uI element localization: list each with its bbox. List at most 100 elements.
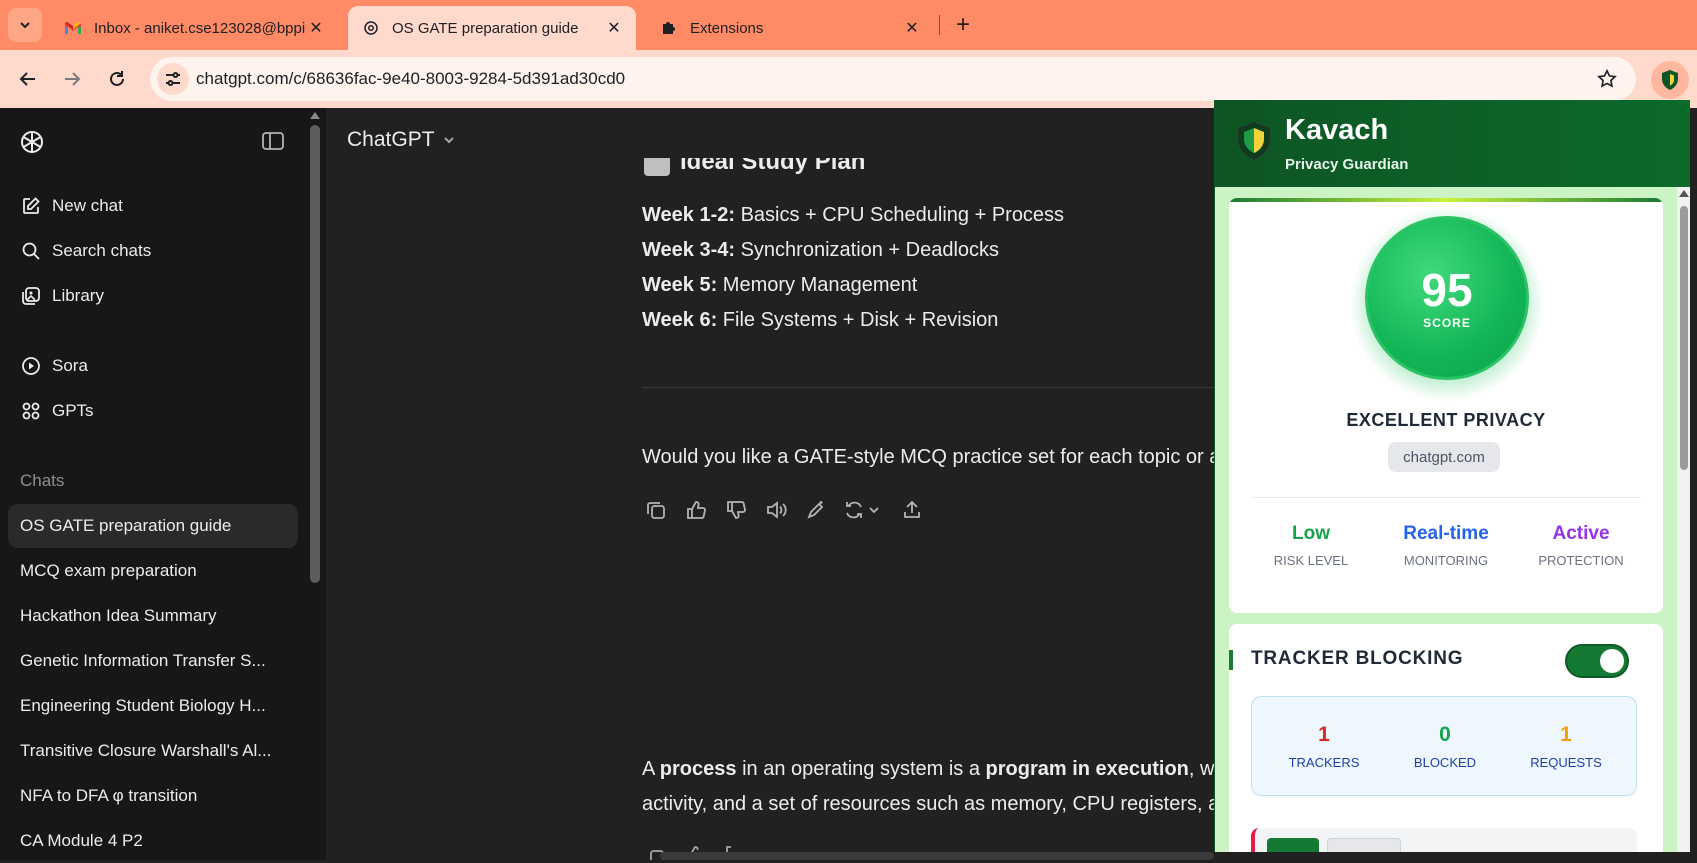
nav-label: Sora [52,356,88,375]
share-icon[interactable] [900,498,924,522]
week-label: Week 3-4: [642,239,736,261]
nav-label: New chat [52,196,123,215]
openai-logo-icon[interactable] [19,129,45,155]
kavach-header: Kavach Privacy Guardian [1215,100,1690,187]
chats-heading: Chats [20,471,65,490]
tab-chatgpt[interactable]: OS GATE preparation guide ✕ [348,6,636,50]
read-aloud-icon[interactable] [764,498,788,522]
stat-value: Real-time [1403,523,1489,544]
stat-label: PROTECTION [1538,553,1624,568]
address-bar[interactable]: chatgpt.com/c/68636fac-9e40-8003-9284-5d… [150,57,1636,101]
scroll-up-arrow[interactable] [1679,190,1689,197]
url-text[interactable]: chatgpt.com/c/68636fac-9e40-8003-9284-5d… [196,69,625,89]
puzzle-icon [660,19,678,37]
answer-line-2: activity, and a set of resources such as… [642,793,1214,815]
stat-value: Low [1292,523,1330,544]
message-actions [644,498,940,522]
study-plan-heading: Ideal Study Plan [644,158,884,180]
tab-separator [939,15,940,35]
chat-item[interactable]: Transitive Closure Warshall's Al... [8,729,298,773]
privacy-level: EXCELLENT PRIVACY [1346,410,1546,430]
model-name: ChatGPT [347,128,435,151]
gmail-icon [64,19,82,37]
tracker-tag [1327,838,1401,852]
stat-value: 1 [1318,723,1330,746]
answer-text: A [642,758,660,780]
week-text: File Systems + Disk + Revision [717,309,999,331]
new-tab-button[interactable]: + [948,10,978,40]
week-text: Memory Management [717,274,918,296]
reload-button[interactable] [101,63,133,95]
model-selector[interactable]: ChatGPT [347,128,456,152]
forward-button[interactable] [56,63,88,95]
answer-bold: program in execution [985,758,1189,780]
copy-icon[interactable] [644,498,668,522]
tab-extensions[interactable]: Extensions ✕ [646,6,934,50]
sidebar-toggle-icon[interactable] [262,131,284,151]
answer-bold: process [659,758,737,780]
tune-icon [166,72,180,86]
tab-search-button[interactable] [8,8,42,42]
answer-text: , whic [1188,758,1214,780]
card-accent-bar [1229,198,1663,202]
search-icon [20,240,42,262]
sora-button[interactable]: Sora [20,351,88,381]
tab-gmail[interactable]: Inbox - aniket.cse123028@bppi ✕ [50,6,338,50]
chat-item[interactable]: MCQ exam preparation [8,549,298,593]
chat-item[interactable]: Engineering Student Biology H... [8,684,298,728]
risk-level-stat: Low RISK LEVEL [1241,523,1381,568]
arrow-right-icon [65,72,81,86]
chat-item[interactable]: OS GATE preparation guide [8,504,298,548]
week-label: Week 5: [642,274,718,296]
bookmark-star-icon[interactable] [1596,68,1618,90]
popup-scrollbar-thumb[interactable] [1680,206,1688,470]
close-tab-icon[interactable]: ✕ [902,18,922,38]
regenerate-icon[interactable] [844,498,884,522]
kavach-popup: Kavach Privacy Guardian 95 SCORE EXCELLE… [1214,100,1690,852]
site-info-button[interactable] [157,63,189,95]
chat-item[interactable]: NFA to DFA φ transition [8,774,298,818]
horizontal-scrollbar[interactable] [660,852,1214,860]
score-value: 95 [1421,264,1473,316]
week-line: Week 1-2: Basics + CPU Scheduling + Proc… [642,204,1064,227]
answer-text: in an operating system is a [736,758,986,780]
edit-canvas-icon[interactable] [804,498,828,522]
kavach-extension-button[interactable] [1651,61,1689,99]
trackers-stat: 1 TRACKERS [1264,723,1384,770]
chat-item[interactable]: CA Module 4 P2 [8,819,298,863]
divider [642,387,1214,388]
gpts-button[interactable]: GPTs [20,396,94,426]
chatgpt-icon [362,19,380,37]
stat-label: REQUESTS [1530,755,1602,770]
tracker-list-item[interactable] [1251,828,1637,852]
reload-icon [110,71,124,86]
close-tab-icon[interactable]: ✕ [604,18,624,38]
week-label: Week 1-2: [642,204,736,226]
grid-icon [20,400,42,422]
shield-icon [1662,70,1678,90]
sidebar-scrollbar[interactable] [310,125,320,583]
library-icon [20,285,42,307]
toggle-knob [1600,649,1624,673]
score-label: SCORE [1423,316,1471,330]
privacy-score-card: 95 SCORE EXCELLENT PRIVACY chatgpt.com L… [1229,198,1663,613]
new-chat-button[interactable]: New chat [20,191,123,221]
play-icon [20,355,42,377]
requests-stat: 1 REQUESTS [1506,723,1626,770]
thumbs-up-icon[interactable] [684,498,708,522]
nav-label: Search chats [52,241,152,260]
tab-title: Inbox - aniket.cse123028@bppi [94,19,306,37]
search-chats-button[interactable]: Search chats [20,236,151,266]
tracker-blocking-toggle[interactable] [1565,644,1629,678]
back-button[interactable] [12,63,44,95]
chat-item[interactable]: Genetic Information Transfer S... [8,639,298,683]
thumbs-down-icon[interactable] [724,498,748,522]
week-label: Week 6: [642,309,718,331]
scroll-up-arrow[interactable] [310,112,320,119]
close-tab-icon[interactable]: ✕ [306,18,326,38]
week-text: Basics + CPU Scheduling + Process [735,204,1065,226]
kavach-title: Kavach [1285,114,1389,146]
chat-item[interactable]: Hackathon Idea Summary [8,594,298,638]
follow-up-question: Would you like a GATE-style MCQ practice… [642,446,1214,468]
library-button[interactable]: Library [20,281,104,311]
